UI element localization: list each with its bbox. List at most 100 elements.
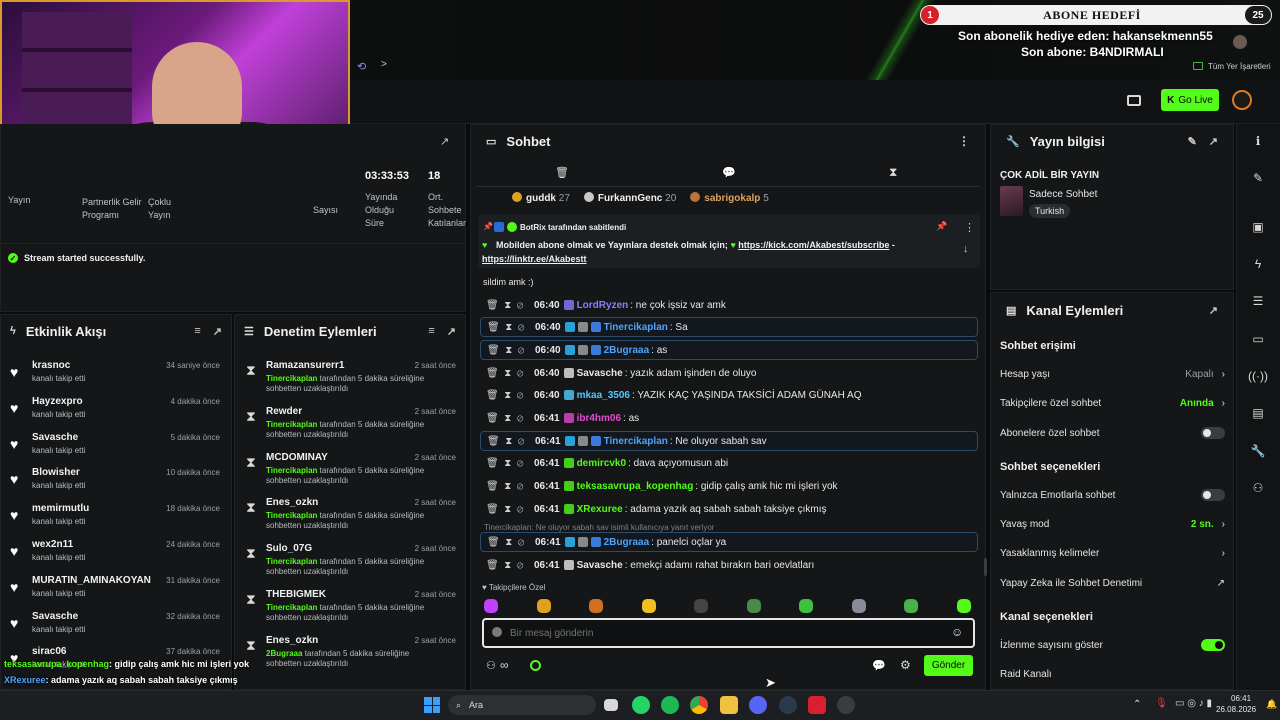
more-icon[interactable]: ⋮ [958, 134, 970, 148]
emote-icon[interactable] [746, 599, 761, 613]
delete-icon[interactable]: 🗑 [486, 413, 499, 424]
extension-icon[interactable]: ⟲ [357, 60, 366, 73]
clock-time[interactable]: 06:41 [1231, 694, 1251, 703]
activity-item[interactable]: ♥ MURATIN_AMINAKOYAN 31 dakika önce kana… [0, 573, 230, 609]
popout-icon[interactable]: ↗ [1209, 135, 1218, 148]
ban-icon[interactable]: ⊘ [517, 300, 524, 311]
forward-chevron-icon[interactable]: > [381, 59, 387, 70]
bookmarks-label[interactable]: Tüm Yer İşaretleri [1208, 62, 1271, 71]
emote-only-toggle[interactable] [1201, 489, 1225, 501]
file-explorer-icon[interactable] [720, 696, 738, 714]
chat-message[interactable]: 🗑 ⧗ ⊘ 06:41 ibr4hm06 : as [480, 408, 978, 428]
message-user[interactable]: Savasche [577, 368, 623, 379]
message-user[interactable]: demircvk0 [577, 458, 626, 469]
top-user-1[interactable]: guddk 27 [512, 192, 570, 204]
message-user[interactable]: ibr4hm06 [577, 413, 621, 424]
delete-icon[interactable]: 🗑 [486, 390, 499, 401]
list-rail-icon[interactable]: ☰ [1244, 287, 1272, 315]
chat-message[interactable]: 🗑 ⧗ ⊘ 06:41 2Bugraaa : panelci oçlar ya [480, 532, 978, 552]
discord-icon[interactable] [749, 696, 767, 714]
moderation-item[interactable]: ⧗ Sulo_07G 2 saat önce Tinercikaplan tar… [234, 541, 466, 587]
steam-icon[interactable] [779, 696, 797, 714]
message-tools[interactable]: 🗑 ⧗ ⊘ [486, 413, 534, 424]
unpin-icon[interactable]: 📌 [936, 221, 947, 232]
moderation-item[interactable]: ⧗ THEBIGMEK 2 saat önce Tinercikaplan ta… [234, 587, 466, 633]
activity-item[interactable]: ♥ krasnoc 34 saniye önce kanalı takip et… [0, 358, 230, 394]
category-name[interactable]: Sadece Sohbet [1029, 189, 1097, 200]
timeout-icon[interactable]: ⧗ [505, 322, 512, 333]
chat-scrollbar[interactable] [984, 558, 987, 576]
obs-icon[interactable] [837, 696, 855, 714]
message-user[interactable]: Tinercikaplan [604, 322, 668, 333]
delete-icon[interactable]: 🗑 [486, 481, 499, 492]
ban-icon[interactable]: ⊘ [517, 560, 524, 571]
chat-tab-icon[interactable]: 💬 [722, 166, 736, 179]
emote-icon[interactable] [851, 599, 866, 613]
popout-icon[interactable]: ↗ [1209, 304, 1218, 317]
followers-only-row[interactable]: Takipçilere özel sohbet Anında › [1000, 393, 1225, 413]
ban-icon[interactable]: ⊘ [517, 368, 524, 379]
message-user[interactable]: 2Bugraaa [604, 345, 650, 356]
timeout-icon[interactable]: ⧗ [505, 436, 512, 447]
raid-channel-row[interactable]: Raid Kanalı [1000, 664, 1225, 684]
pinned-collapse-icon[interactable]: ↓ [963, 243, 969, 255]
moderation-item[interactable]: ⧗ Enes_ozkn 2 saat önce Tinercikaplan ta… [234, 495, 466, 541]
timeout-icon[interactable]: ⧗ [504, 413, 511, 424]
moderation-item[interactable]: ⧗ Enes_ozkn 2 saat önce 2Bugraaa tarafın… [234, 633, 466, 679]
spotify-icon[interactable] [661, 696, 679, 714]
timeout-icon[interactable]: ⧗ [504, 481, 511, 492]
message-tools[interactable]: 🗑 ⧗ ⊘ [486, 504, 534, 515]
message-tools[interactable]: 🗑 ⧗ ⊘ [487, 345, 535, 356]
chat-bubble-footer-icon[interactable]: 💬 [872, 659, 886, 672]
gift-icon[interactable]: ⚇ [486, 659, 496, 672]
message-user[interactable]: LordRyzen [577, 300, 629, 311]
timeout-icon[interactable]: ⧗ [504, 300, 511, 311]
chat-message[interactable]: 🗑 ⧗ ⊘ 06:40 mkaa_3506 : YAZIK KAÇ YAŞIND… [480, 385, 978, 405]
ban-icon[interactable]: ⊘ [517, 481, 524, 492]
lightning-rail-icon[interactable]: ϟ [1244, 250, 1272, 278]
chat-rail-icon[interactable]: ▭ [1244, 325, 1272, 353]
filter-icon[interactable]: ≡ [428, 325, 434, 337]
slow-mode-row[interactable]: Yavaş mod 2 sn. › [1000, 514, 1225, 534]
ban-icon[interactable]: ⊘ [517, 458, 524, 469]
timeout-icon[interactable]: ⧗ [504, 560, 511, 571]
chat-message[interactable]: 🗑 ⧗ ⊘ 06:41 XRexuree : adama yazık aq sa… [480, 499, 978, 519]
pencil-icon[interactable]: ✎ [1244, 164, 1272, 192]
tray-icons[interactable]: ▭ ◎ ♪ ▮ [1175, 698, 1212, 709]
windows-start-icon[interactable] [424, 697, 440, 713]
stats-expand-icon[interactable]: ↗ [440, 135, 449, 148]
profile-avatar[interactable] [1232, 90, 1252, 110]
emote-icon[interactable] [956, 599, 971, 613]
delete-icon[interactable]: 🗑 [487, 436, 500, 447]
message-user[interactable]: Tinercikaplan [604, 436, 668, 447]
delete-icon[interactable]: 🗑 [487, 537, 500, 548]
connect-rail-icon[interactable]: ⚇ [1244, 474, 1272, 502]
activity-item[interactable]: ♥ memirmutlu 18 dakika önce kanalı takip… [0, 501, 230, 537]
top-user-2[interactable]: FurkannGenc 20 [583, 192, 676, 204]
emote-icon[interactable] [484, 599, 498, 613]
emote-icon[interactable] [694, 599, 708, 613]
delete-icon[interactable]: 🗑 [487, 322, 500, 333]
chat-message[interactable]: 🗑 ⧗ ⊘ 06:40 Savasche : yazık adam işinde… [480, 363, 978, 383]
moderation-item[interactable]: ⧗ Rewder 2 saat önce Tinercikaplan taraf… [234, 404, 466, 450]
trash-tab-icon[interactable]: 🗑 [555, 166, 569, 179]
banned-words-row[interactable]: Yasaklanmış kelimeler › [1000, 543, 1225, 563]
chat-message[interactable]: 🗑 ⧗ ⊘ 06:41 teksasavrupa_kopenhag : gidi… [480, 476, 978, 496]
ban-icon[interactable]: ⊘ [518, 322, 525, 333]
emoji-icon[interactable]: ☺ [951, 625, 963, 639]
mic-icon[interactable]: 🎙 [1155, 698, 1168, 709]
display-icon[interactable] [1127, 95, 1141, 106]
activity-item[interactable]: ♥ Blowisher 10 dakika önce kanalı takip … [0, 465, 230, 501]
notification-icon[interactable]: 🔔 [1266, 699, 1277, 710]
chrome-icon[interactable] [690, 696, 708, 714]
message-user[interactable]: XRexuree [577, 504, 623, 515]
activity-item[interactable]: ♥ Savasche 32 dakika önce kanalı takip e… [0, 609, 230, 645]
emote-icon[interactable] [641, 599, 656, 613]
popout-icon[interactable]: ↗ [447, 325, 456, 338]
emote-icon[interactable] [536, 599, 551, 613]
hourglass-tab-icon[interactable]: ⧗ [889, 165, 897, 180]
chat-settings-icon[interactable]: ⚙ [900, 658, 911, 672]
chat-message[interactable]: 🗑 ⧗ ⊘ 06:41 Savasche : emekçi adamı raha… [480, 555, 978, 575]
message-tools[interactable]: 🗑 ⧗ ⊘ [486, 300, 534, 311]
ban-icon[interactable]: ⊘ [517, 413, 524, 424]
